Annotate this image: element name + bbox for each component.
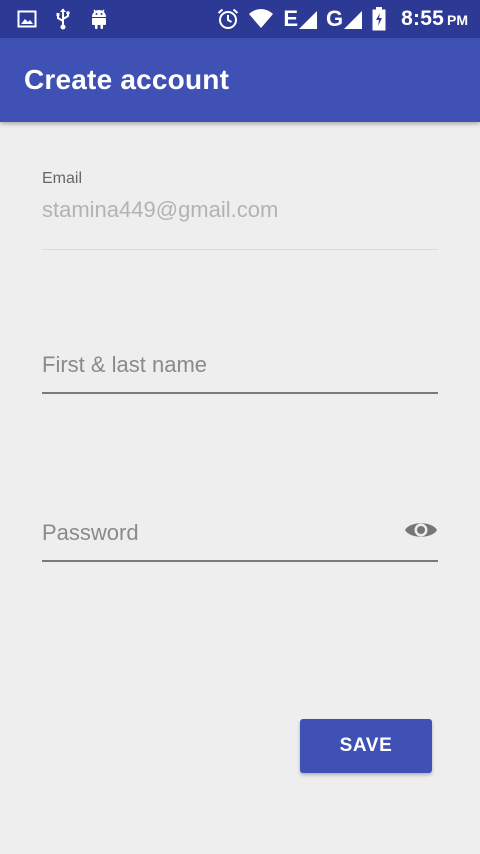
image-icon [16,8,38,30]
page-title: Create account [24,64,230,95]
status-time: 8:55 [401,7,444,30]
signal-icon [299,11,318,29]
email-label: Email [42,170,83,187]
save-button[interactable]: SAVE [300,719,432,773]
status-bar-system: E G 8:55 PM [217,6,468,32]
network-type-g-label: G [326,6,344,31]
name-field-container [42,352,438,396]
usb-icon [52,8,74,30]
network-type-e: E [283,8,318,30]
password-input[interactable] [42,520,392,546]
password-field-container [42,516,438,564]
status-clock: 8:55 PM [401,7,468,31]
status-bar: E G 8:55 PM [0,0,480,38]
email-value: stamina449@gmail.com [42,197,279,222]
alarm-icon [217,8,239,30]
email-underline [42,249,438,250]
password-underline [42,560,438,562]
network-type-e-label: E [283,6,299,31]
status-bar-notifications [16,7,110,31]
show-password-eye-icon[interactable] [404,518,438,542]
battery-charging-icon [371,7,387,31]
app-bar: Create account [0,38,480,122]
name-input[interactable] [42,352,438,378]
wifi-icon [247,8,275,30]
email-field: Email stamina449@gmail.com [42,170,438,252]
signal-icon [344,11,363,29]
network-type-g: G [326,8,363,30]
android-icon [88,8,110,30]
status-ampm: PM [447,12,468,28]
name-underline [42,392,438,394]
